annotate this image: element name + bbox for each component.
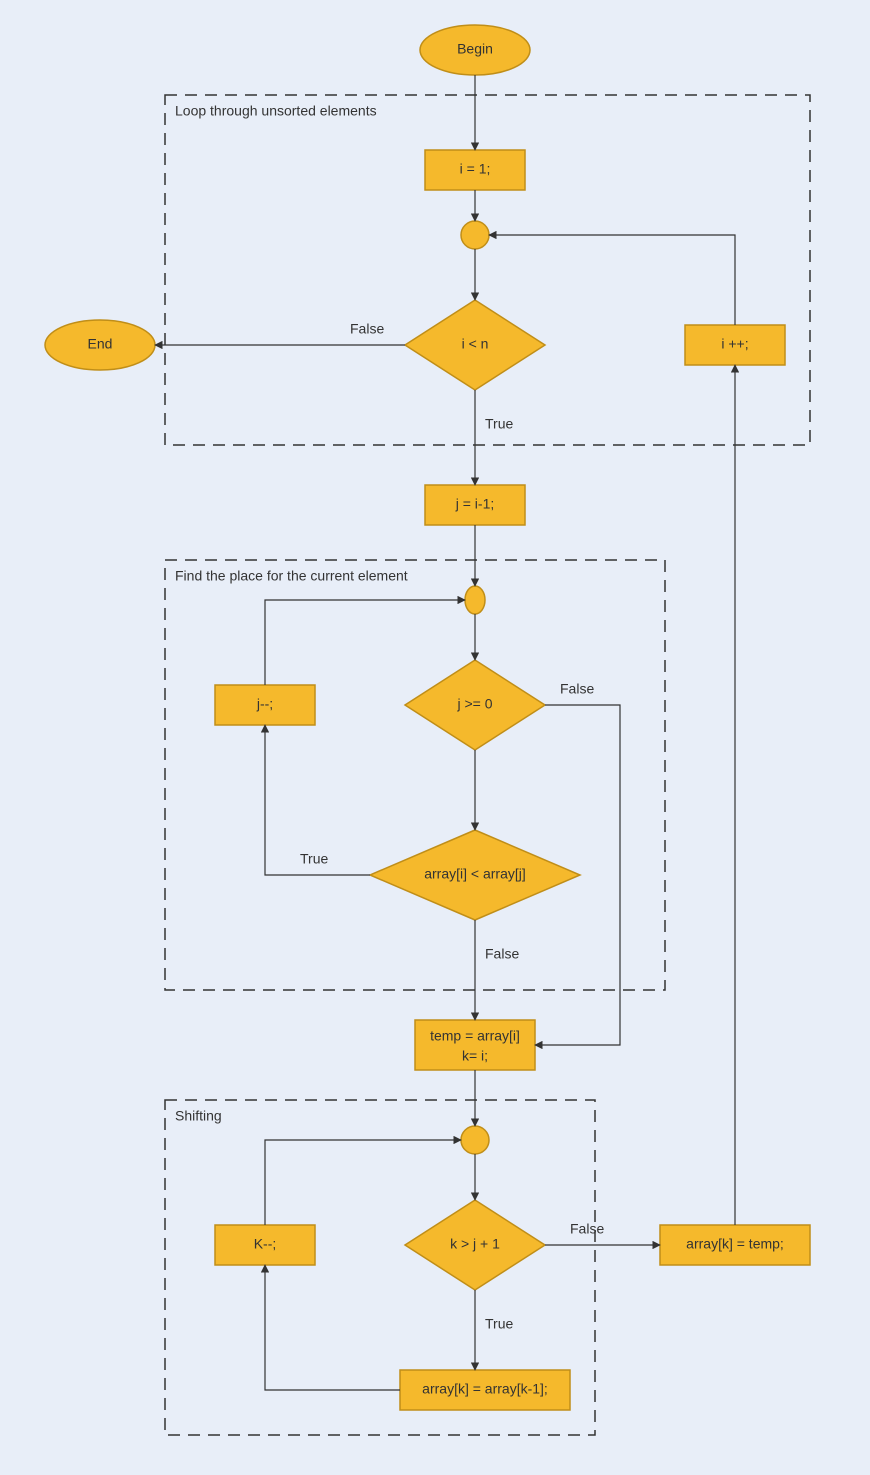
node-i-inc: i ++; [721,336,748,352]
edge-true-3: True [485,1316,513,1332]
node-begin: Begin [457,41,493,57]
node-k-dec: K--; [254,1236,277,1252]
node-i-init: i = 1; [460,161,491,177]
node-shift-stmt: array[k] = array[k-1]; [422,1381,548,1397]
group-label-shift: Shifting [175,1108,222,1124]
group-label-find: Find the place for the current element [175,568,408,584]
node-j-cond: j >= 0 [456,696,492,712]
node-arr-cond: array[i] < array[j] [424,866,526,882]
node-end: End [88,336,113,352]
edge-false-4: False [570,1221,604,1237]
node-j-init: j = i-1; [455,496,495,512]
node-i-cond: i < n [462,336,489,352]
node-temp-l2: k= i; [462,1048,488,1064]
edge-false-1: False [350,321,384,337]
group-label-outer: Loop through unsorted elements [175,103,377,119]
edge-false-3: False [485,946,519,962]
node-j-dec: j--; [256,696,273,712]
node-temp-l1: temp = array[i] [430,1028,520,1044]
edge-true-2: True [300,851,328,867]
node-arr-assign: array[k] = temp; [686,1236,784,1252]
edge-false-2: False [560,681,594,697]
edge-true-1: True [485,416,513,432]
node-k-cond: k > j + 1 [450,1236,500,1252]
